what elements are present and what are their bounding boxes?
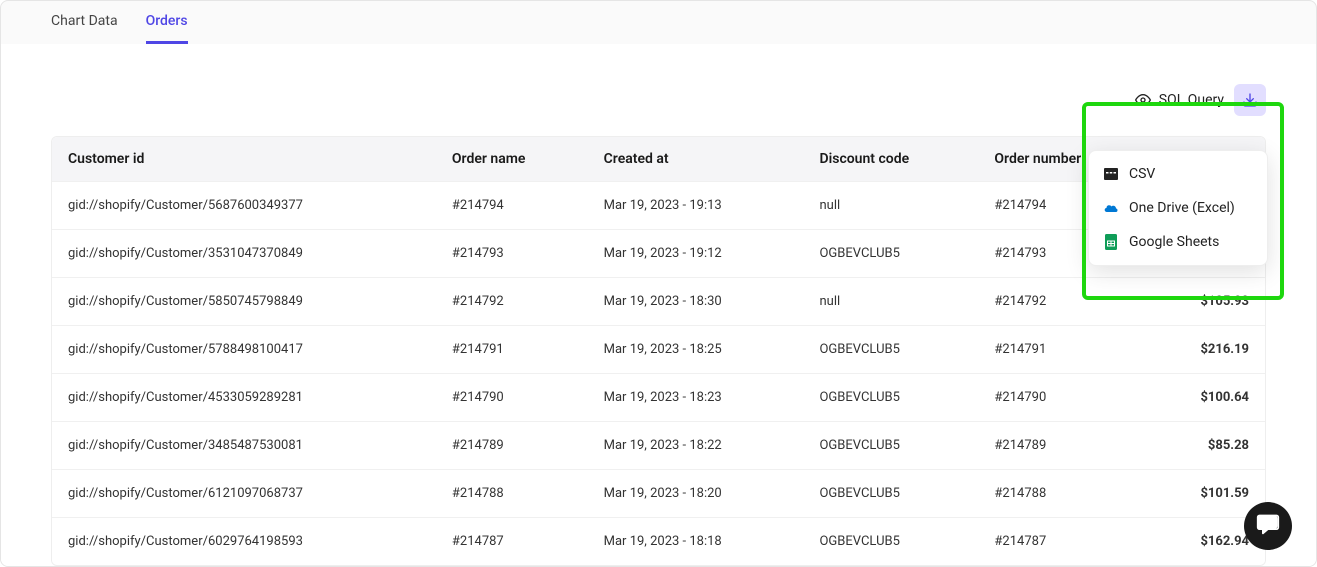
table-row[interactable]: gid://shopify/Customer/6029764198593#214… (52, 518, 1265, 566)
cell-amount: $105.93 (1149, 278, 1265, 326)
cell-order_name: #214791 (436, 326, 588, 374)
cell-order_number: #214790 (978, 374, 1149, 422)
table-row[interactable]: gid://shopify/Customer/4533059289281#214… (52, 374, 1265, 422)
download-icon (1242, 92, 1258, 108)
export-onedrive[interactable]: One Drive (Excel) (1089, 191, 1267, 225)
cell-order_name: #214789 (436, 422, 588, 470)
cell-discount_code: null (803, 182, 978, 230)
cell-order_number: #214788 (978, 470, 1149, 518)
cell-order_name: #214788 (436, 470, 588, 518)
export-gsheets[interactable]: Google Sheets (1089, 225, 1267, 259)
table-row[interactable]: gid://shopify/Customer/6121097068737#214… (52, 470, 1265, 518)
cell-order_name: #214794 (436, 182, 588, 230)
table-header-row: Customer id Order name Created at Discou… (52, 137, 1265, 182)
cell-amount: $85.28 (1149, 422, 1265, 470)
export-gsheets-label: Google Sheets (1129, 234, 1219, 250)
export-csv-label: CSV (1129, 166, 1155, 182)
cell-customer_id: gid://shopify/Customer/3531047370849 (52, 230, 436, 278)
cell-discount_code: null (803, 278, 978, 326)
col-customer-id[interactable]: Customer id (52, 137, 436, 182)
sql-query-button[interactable]: SQL Query (1135, 92, 1224, 108)
table-row[interactable]: gid://shopify/Customer/5687600349377#214… (52, 182, 1265, 230)
cell-customer_id: gid://shopify/Customer/6029764198593 (52, 518, 436, 566)
cell-created_at: Mar 19, 2023 - 18:30 (588, 278, 804, 326)
cell-customer_id: gid://shopify/Customer/3485487530081 (52, 422, 436, 470)
cell-created_at: Mar 19, 2023 - 18:23 (588, 374, 804, 422)
cell-customer_id: gid://shopify/Customer/5687600349377 (52, 182, 436, 230)
cell-created_at: Mar 19, 2023 - 18:22 (588, 422, 804, 470)
cell-amount: $216.19 (1149, 326, 1265, 374)
sql-query-label: SQL Query (1159, 92, 1224, 108)
orders-table-wrap: Customer id Order name Created at Discou… (51, 136, 1266, 566)
cell-discount_code: OGBEVCLUB5 (803, 518, 978, 566)
csv-icon (1103, 166, 1119, 182)
cell-order_name: #214787 (436, 518, 588, 566)
table-row[interactable]: gid://shopify/Customer/5850745798849#214… (52, 278, 1265, 326)
cell-created_at: Mar 19, 2023 - 18:20 (588, 470, 804, 518)
export-dropdown: CSV One Drive (Excel) Google Sheets (1088, 150, 1268, 266)
export-csv[interactable]: CSV (1089, 157, 1267, 191)
cell-order_number: #214792 (978, 278, 1149, 326)
tab-chart-data[interactable]: Chart Data (51, 13, 118, 44)
cell-amount: $101.59 (1149, 470, 1265, 518)
col-discount-code[interactable]: Discount code (803, 137, 978, 182)
table-row[interactable]: gid://shopify/Customer/5788498100417#214… (52, 326, 1265, 374)
tab-orders[interactable]: Orders (146, 13, 188, 44)
cell-created_at: Mar 19, 2023 - 19:12 (588, 230, 804, 278)
export-onedrive-label: One Drive (Excel) (1129, 200, 1235, 216)
cell-discount_code: OGBEVCLUB5 (803, 326, 978, 374)
gsheets-icon (1103, 234, 1119, 250)
table-row[interactable]: gid://shopify/Customer/3531047370849#214… (52, 230, 1265, 278)
tabs: Chart Data Orders (1, 1, 1316, 44)
cell-customer_id: gid://shopify/Customer/4533059289281 (52, 374, 436, 422)
cell-order_name: #214790 (436, 374, 588, 422)
cell-order_number: #214787 (978, 518, 1149, 566)
cell-created_at: Mar 19, 2023 - 18:25 (588, 326, 804, 374)
cell-customer_id: gid://shopify/Customer/5788498100417 (52, 326, 436, 374)
cell-customer_id: gid://shopify/Customer/5850745798849 (52, 278, 436, 326)
cell-customer_id: gid://shopify/Customer/6121097068737 (52, 470, 436, 518)
chat-launcher[interactable] (1244, 502, 1292, 550)
cell-created_at: Mar 19, 2023 - 19:13 (588, 182, 804, 230)
onedrive-icon (1103, 200, 1119, 216)
cell-order_name: #214792 (436, 278, 588, 326)
orders-table: Customer id Order name Created at Discou… (52, 137, 1265, 565)
cell-discount_code: OGBEVCLUB5 (803, 230, 978, 278)
cell-order_number: #214789 (978, 422, 1149, 470)
col-created-at[interactable]: Created at (588, 137, 804, 182)
cell-order_name: #214793 (436, 230, 588, 278)
chat-icon (1256, 512, 1280, 540)
eye-icon (1135, 92, 1151, 108)
download-button[interactable] (1234, 84, 1266, 116)
cell-amount: $100.64 (1149, 374, 1265, 422)
cell-order_number: #214791 (978, 326, 1149, 374)
cell-discount_code: OGBEVCLUB5 (803, 422, 978, 470)
cell-discount_code: OGBEVCLUB5 (803, 374, 978, 422)
table-row[interactable]: gid://shopify/Customer/3485487530081#214… (52, 422, 1265, 470)
cell-discount_code: OGBEVCLUB5 (803, 470, 978, 518)
col-order-name[interactable]: Order name (436, 137, 588, 182)
toolbar: SQL Query (51, 64, 1266, 136)
cell-created_at: Mar 19, 2023 - 18:18 (588, 518, 804, 566)
